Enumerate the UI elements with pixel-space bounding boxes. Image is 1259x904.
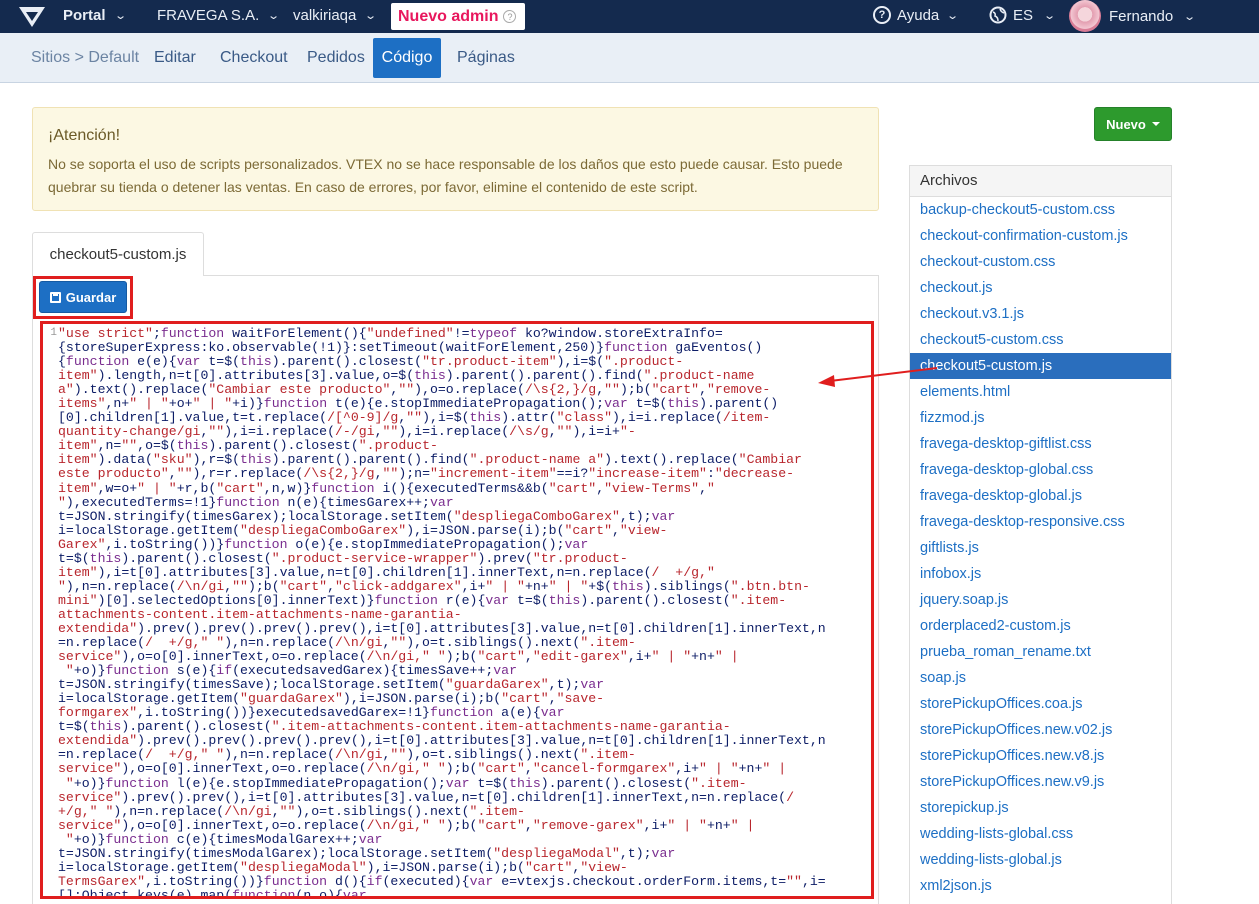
- divider: [204, 275, 879, 276]
- user-menu[interactable]: Fernando ⌄: [1069, 0, 1197, 32]
- file-item[interactable]: storepickup.js: [910, 795, 1171, 821]
- account-label: FRAVEGA S.A.: [157, 7, 260, 24]
- portal-label: Portal: [63, 7, 106, 24]
- warning-alert: ¡Atención! No se soporta el uso de scrip…: [32, 107, 879, 211]
- file-item[interactable]: checkout5-custom.js: [910, 353, 1171, 379]
- new-label: Nuevo: [1106, 116, 1146, 132]
- file-item[interactable]: backup-checkout5-custom.css: [910, 197, 1171, 223]
- alert-title: ¡Atención!: [48, 127, 121, 144]
- chevron-down-icon: ⌄: [1043, 9, 1057, 22]
- breadcrumb-separator: >: [74, 49, 84, 66]
- workspace-menu[interactable]: valkiriaqa ⌄: [293, 7, 378, 24]
- tab-checkout[interactable]: Checkout: [220, 49, 288, 67]
- divider: [32, 275, 33, 904]
- tab-codigo[interactable]: Código: [373, 38, 441, 78]
- user-label: Fernando: [1109, 7, 1174, 25]
- tab-editar[interactable]: Editar: [154, 49, 196, 67]
- sub-navigation: Sitios > Default Editar Checkout Pedidos…: [0, 33, 1259, 83]
- avatar: [1069, 0, 1101, 32]
- help-menu[interactable]: ? Ayuda ⌄: [873, 6, 960, 24]
- file-item[interactable]: soap.js: [910, 665, 1171, 691]
- file-item[interactable]: wedding-lists-global.css: [910, 821, 1171, 847]
- save-button[interactable]: Guardar: [39, 281, 127, 313]
- language-label: ES: [1013, 6, 1034, 24]
- new-file-button[interactable]: Nuevo: [1094, 107, 1172, 141]
- account-menu[interactable]: FRAVEGA S.A. ⌄: [157, 7, 281, 24]
- files-panel: Archivos backup-checkout5-custom.css chec…: [909, 165, 1172, 904]
- file-item[interactable]: storePickupOffices.coa.js: [910, 691, 1171, 717]
- file-list: backup-checkout5-custom.css checkout-conf…: [910, 197, 1171, 899]
- help-circle-icon: ?: [503, 10, 517, 23]
- portal-menu[interactable]: Portal ⌄: [63, 7, 127, 24]
- tab-paginas[interactable]: Páginas: [457, 49, 515, 67]
- vtex-logo-icon[interactable]: [17, 4, 47, 29]
- question-icon: ?: [873, 6, 891, 24]
- file-item[interactable]: fravega-desktop-responsive.css: [910, 509, 1171, 535]
- file-item[interactable]: fizzmod.js: [910, 405, 1171, 431]
- file-item[interactable]: wedding-lists-global.js: [910, 847, 1171, 873]
- files-title: Archivos: [910, 166, 1171, 197]
- file-item[interactable]: fravega-desktop-giftlist.css: [910, 431, 1171, 457]
- file-item[interactable]: orderplaced2-custom.js: [910, 613, 1171, 639]
- file-item[interactable]: storePickupOffices.new.v02.js: [910, 717, 1171, 743]
- chevron-down-icon: ⌄: [113, 10, 127, 22]
- file-item[interactable]: infobox.js: [910, 561, 1171, 587]
- divider: [878, 275, 879, 904]
- file-tab[interactable]: checkout5-custom.js: [32, 232, 204, 276]
- file-item[interactable]: checkout-custom.css: [910, 249, 1171, 275]
- breadcrumb-sites[interactable]: Sitios: [31, 49, 70, 66]
- file-item[interactable]: giftlists.js: [910, 535, 1171, 561]
- breadcrumb: Sitios > Default: [31, 49, 139, 67]
- file-item[interactable]: checkout-confirmation-custom.js: [910, 223, 1171, 249]
- top-bar: Portal ⌄ FRAVEGA S.A. ⌄ valkiriaqa ⌄ Nue…: [0, 0, 1259, 33]
- save-label: Guardar: [65, 289, 117, 305]
- file-item[interactable]: xml2json.js: [910, 873, 1171, 899]
- code-editor[interactable]: 1 "use strict";function waitForElement()…: [40, 321, 874, 899]
- help-label: Ayuda: [897, 6, 940, 24]
- floppy-disk-icon: [49, 291, 61, 303]
- language-menu[interactable]: ES ⌄: [989, 6, 1057, 24]
- chevron-down-icon: ⌄: [1183, 10, 1197, 23]
- workspace-label: valkiriaqa: [293, 7, 357, 24]
- file-item[interactable]: checkout.js: [910, 275, 1171, 301]
- file-item[interactable]: prueba_roman_rename.txt: [910, 639, 1171, 665]
- chevron-down-icon: ⌄: [267, 10, 281, 22]
- globe-icon: [989, 6, 1007, 24]
- file-item[interactable]: storePickupOffices.new.v8.js: [910, 743, 1171, 769]
- chevron-down-icon: ⌄: [364, 10, 378, 22]
- alert-body: No se soporta el uso de scripts personal…: [48, 156, 843, 195]
- new-admin-badge[interactable]: Nuevo admin ?: [391, 3, 525, 30]
- code-content[interactable]: "use strict";function waitForElement(){"…: [58, 326, 871, 896]
- file-item[interactable]: jquery.soap.js: [910, 587, 1171, 613]
- caret-down-icon: [1151, 122, 1160, 126]
- file-item[interactable]: checkout5-custom.css: [910, 327, 1171, 353]
- file-item[interactable]: storePickupOffices.new.v9.js: [910, 769, 1171, 795]
- file-item[interactable]: fravega-desktop-global.js: [910, 483, 1171, 509]
- new-admin-label: Nuevo admin: [398, 7, 499, 25]
- file-item[interactable]: elements.html: [910, 379, 1171, 405]
- chevron-down-icon: ⌄: [946, 9, 960, 22]
- tab-pedidos[interactable]: Pedidos: [307, 49, 365, 67]
- line-number: 1: [43, 324, 57, 896]
- breadcrumb-default: Default: [88, 49, 140, 66]
- file-item[interactable]: fravega-desktop-global.css: [910, 457, 1171, 483]
- file-item[interactable]: checkout.v3.1.js: [910, 301, 1171, 327]
